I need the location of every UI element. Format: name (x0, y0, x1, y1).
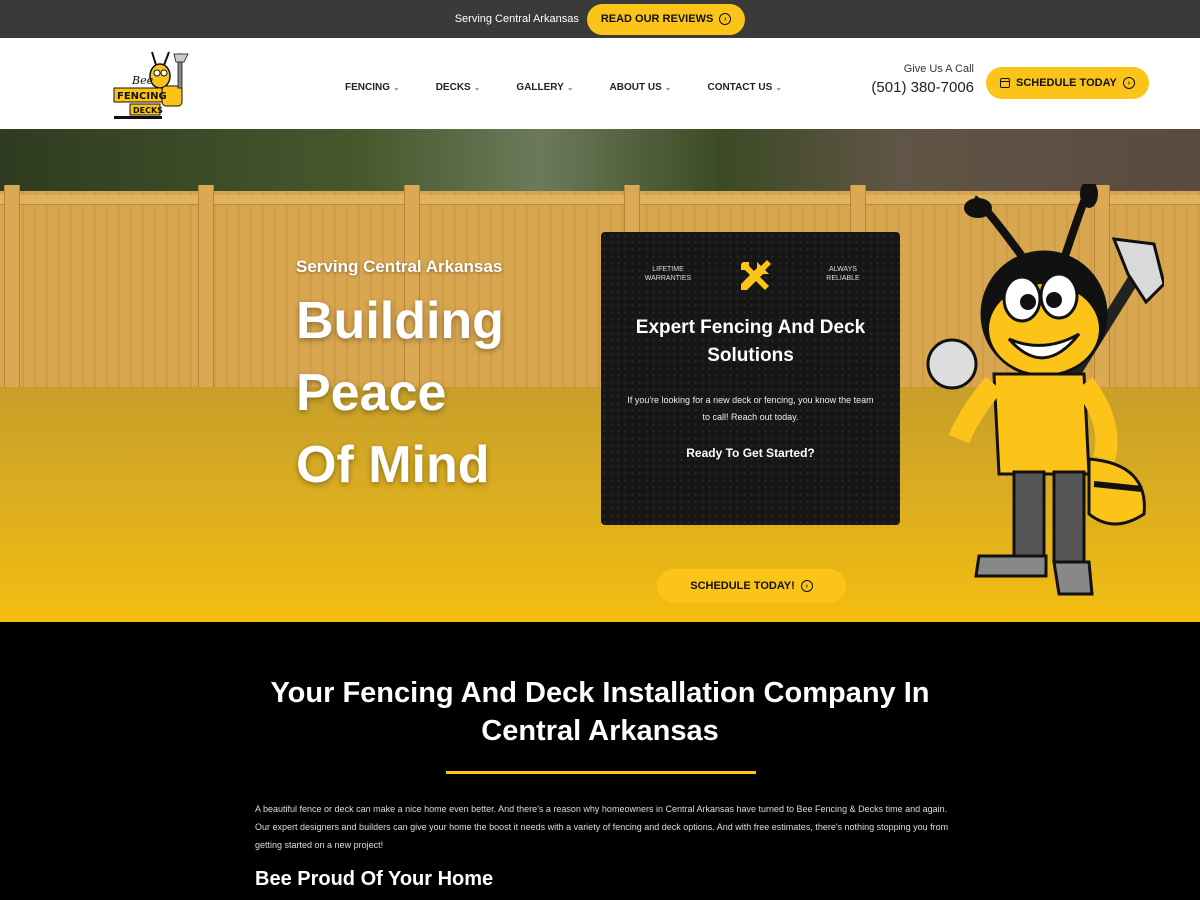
call-block: Give Us A Call (501) 380-7006 (862, 63, 974, 96)
schedule-today-label: SCHEDULE TODAY (1016, 77, 1117, 89)
svg-text:DECKS: DECKS (133, 106, 163, 115)
badge-line: LIFETIME (652, 266, 684, 273)
top-announcement-bar: Serving Central Arkansas READ OUR REVIEW… (0, 0, 1200, 38)
read-reviews-label: READ OUR REVIEWS (600, 13, 714, 25)
fence-post (198, 185, 214, 395)
section-body: A beautiful fence or deck can make a nic… (255, 804, 949, 850)
calendar-icon (1000, 78, 1010, 88)
nav-label: ABOUT US (609, 82, 662, 93)
read-reviews-button[interactable]: READ OUR REVIEWS › (586, 3, 746, 35)
phone-link[interactable]: (501) 380-7006 (862, 79, 974, 96)
chevron-down-icon: ⌄ (473, 83, 481, 92)
lifetime-warranties-badge: LIFETIME WARRANTIES (641, 265, 695, 283)
arrow-circle-icon: › (719, 13, 732, 25)
fence-post (4, 185, 20, 395)
svg-text:FENCING: FENCING (117, 91, 167, 102)
card-badges: LIFETIME WARRANTIES ALWAYS RELIABLE (601, 252, 900, 292)
card-schedule-button[interactable]: SCHEDULE TODAY! › (657, 569, 846, 603)
nav-label: GALLERY (516, 82, 564, 93)
section-divider (446, 771, 756, 774)
chevron-down-icon: ⌄ (664, 83, 672, 92)
hero-title-line: Building (296, 292, 504, 350)
svg-text:Bee: Bee (131, 74, 154, 87)
nav-item-fencing[interactable]: FENCING ⌄ (345, 82, 400, 93)
bee-mascot-illustration (926, 184, 1164, 596)
hero-title-line: Peace (296, 364, 447, 422)
section-subheading: Bee Proud Of Your Home (255, 868, 494, 890)
hero-title-line: Of Mind (296, 436, 490, 494)
section-title: Your Fencing And Deck Installation Compa… (270, 677, 930, 747)
schedule-today-button[interactable]: SCHEDULE TODAY › (986, 67, 1149, 99)
site-header: Bee FENCING DECKS FENCING ⌄ DECKS ⌄ GALL… (0, 38, 1200, 129)
bee-fencing-logo[interactable]: Bee FENCING DECKS (112, 46, 197, 122)
hero-subtitle: Serving Central Arkansas (296, 257, 503, 276)
main-nav: FENCING ⌄ DECKS ⌄ GALLERY ⌄ ABOUT US ⌄ C… (345, 82, 818, 93)
wrench-screwdriver-icon (741, 260, 771, 290)
nav-item-decks[interactable]: DECKS ⌄ (436, 82, 481, 93)
intro-section: Your Fencing And Deck Installation Compa… (0, 622, 1200, 900)
call-label: Give Us A Call (903, 63, 974, 75)
badge-line: RELIABLE (826, 275, 860, 282)
card-title: Expert Fencing And Deck Solutions (635, 317, 866, 366)
chevron-down-icon: ⌄ (566, 83, 574, 92)
card-text: If you're looking for a new deck or fenc… (627, 395, 874, 422)
hero-section: Serving Central Arkansas Building Peace … (0, 129, 1200, 622)
topbar-text: Serving Central Arkansas (454, 13, 579, 25)
arrow-circle-icon: › (800, 580, 813, 592)
chevron-down-icon: ⌄ (775, 83, 782, 92)
chevron-down-icon: ⌄ (393, 83, 400, 92)
always-reliable-badge: ALWAYS RELIABLE (820, 265, 866, 283)
nav-label: FENCING (345, 82, 390, 93)
hero-title: Building Peace Of Mind (296, 285, 596, 501)
hero-cta-card: LIFETIME WARRANTIES ALWAYS RELIABLE Expe… (601, 232, 900, 603)
card-schedule-label: SCHEDULE TODAY! (690, 580, 795, 592)
nav-item-about-us[interactable]: ABOUT US ⌄ (610, 82, 672, 93)
nav-item-gallery[interactable]: GALLERY ⌄ (516, 82, 573, 93)
arrow-circle-icon: › (1122, 77, 1135, 89)
nav-label: CONTACT US (707, 82, 773, 93)
card-question: Ready To Get Started? (686, 446, 815, 460)
nav-item-contact-us[interactable]: CONTACT US ⌄ (707, 82, 782, 93)
nav-label: DECKS (435, 82, 471, 93)
badge-line: ALWAYS (829, 266, 857, 273)
badge-line: WARRANTIES (644, 275, 692, 282)
